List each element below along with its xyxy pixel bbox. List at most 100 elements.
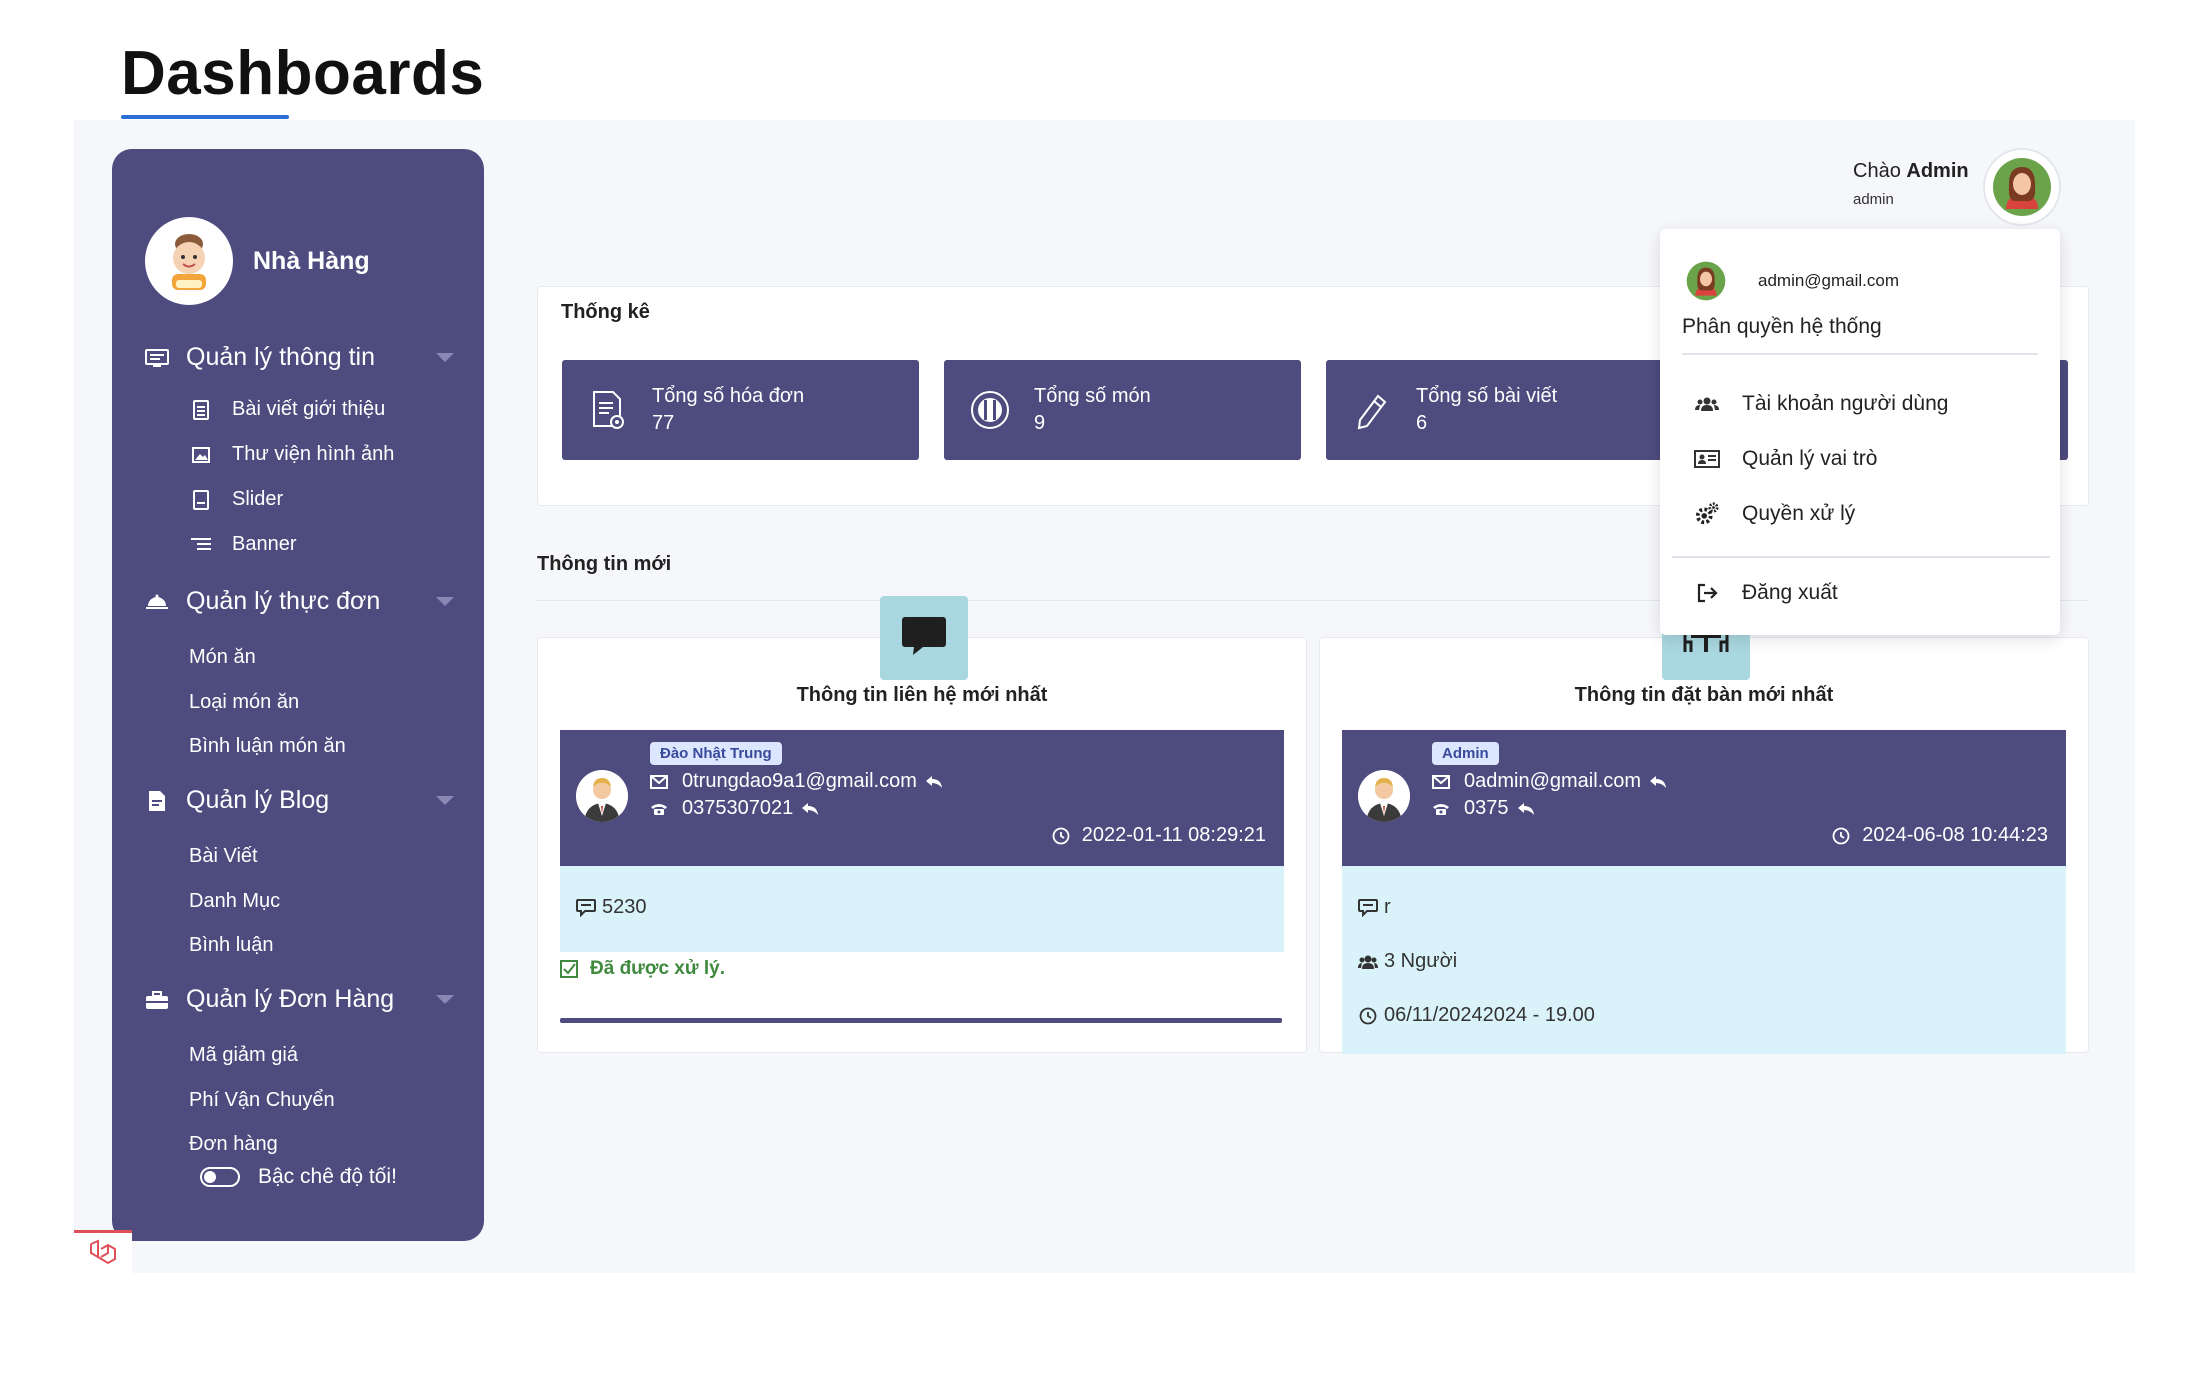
contact-email: 0trungdao9a1@gmail.com: [682, 770, 917, 792]
reply-icon[interactable]: [1517, 802, 1535, 816]
brand[interactable]: Nhà Hàng: [145, 217, 370, 305]
toggle-switch[interactable]: [200, 1167, 240, 1187]
checkbox-checked-icon: [560, 960, 578, 978]
card-title: Thông tin liên hệ mới nhất: [796, 684, 1048, 706]
stat-value: 6: [1416, 412, 1428, 434]
sidebar-item-dish-types[interactable]: Loại món ăn: [189, 691, 299, 714]
sidebar-item-label: Thư viện hình ảnh: [232, 443, 395, 465]
brand-name: Nhà Hàng: [253, 246, 370, 275]
briefcase-icon: [144, 989, 170, 1011]
sidebar-item-coupons[interactable]: Mã giảm giá: [189, 1044, 298, 1067]
phone-icon: [1432, 801, 1450, 817]
contact-phone: 0375307021: [682, 797, 794, 819]
sidebar-item-label: Phí Vận Chuyển: [189, 1089, 335, 1111]
avatar: [1358, 770, 1410, 822]
contact-message: 5230: [602, 896, 647, 918]
clock-icon: [1832, 827, 1850, 845]
phone-icon: [650, 801, 668, 817]
booking-email-line: 0admin@gmail.com: [1432, 770, 1667, 793]
divider: [1682, 353, 2038, 355]
sidebar-item-label: Bài Viết: [189, 845, 258, 867]
menu-item-label: Quản lý vai trò: [1742, 447, 1878, 470]
stat-label: Tổng số hóa đơn: [652, 385, 805, 407]
stat-card-dishes[interactable]: Tổng số món 9: [944, 360, 1301, 460]
chat-bubble-icon: [901, 615, 947, 662]
comment-icon: [1358, 898, 1378, 917]
sidebar-item-label: Đơn hàng: [189, 1133, 278, 1155]
menu-group-label: Quản lý thực đơn: [186, 587, 381, 615]
sidebar-item-gallery[interactable]: Thư viện hình ảnh: [190, 443, 394, 466]
user-greeting[interactable]: Chào Admin: [1853, 160, 1969, 183]
booking-people-line: 3 Người: [1358, 950, 1457, 973]
stat-label: Tổng số món: [1034, 385, 1151, 407]
sidebar-item-label: Danh Mục: [189, 890, 281, 912]
gears-icon: [1694, 502, 1720, 526]
reply-icon[interactable]: [925, 775, 943, 789]
sidebar-item-label: Bài viết giới thiệu: [232, 398, 386, 420]
sidebar-item-dishes[interactable]: Món ăn: [189, 646, 256, 669]
menu-item-user-accounts[interactable]: Tài khoản người dùng: [1694, 392, 1948, 416]
dark-mode-toggle[interactable]: Bậc chê độ tối!: [200, 1165, 397, 1189]
comment-icon: [576, 898, 596, 917]
laravel-debug-icon[interactable]: [74, 1230, 132, 1273]
menu-item-roles[interactable]: Quản lý vai trò: [1694, 447, 1877, 471]
sidebar-item-label: Bình luận món ăn: [189, 735, 346, 757]
contact-message-line: 5230: [576, 896, 647, 919]
booking-body: r 3 Người 06/11/20242024 - 19.00: [1342, 866, 2066, 1054]
greeting-prefix: Chào: [1853, 160, 1901, 182]
contact-time-value: 2022-01-11 08:29:21: [1081, 824, 1266, 846]
envelope-icon: [1432, 774, 1450, 790]
dropdown-heading: Phân quyền hệ thống: [1682, 315, 1882, 338]
user-role: admin: [1853, 191, 1894, 208]
menu-group-label: Quản lý Đơn Hàng: [186, 985, 395, 1013]
sidebar-item-comments[interactable]: Bình luận: [189, 934, 274, 957]
logout-button[interactable]: Đăng xuất: [1694, 581, 1838, 605]
booking-datetime: 06/11/20242024 - 19.00: [1384, 1004, 1595, 1026]
reply-icon[interactable]: [1649, 775, 1667, 789]
chevron-down-icon: [436, 796, 454, 805]
sidebar-item-label: Mã giảm giá: [189, 1044, 298, 1066]
document-icon: [190, 399, 212, 420]
chevron-down-icon: [436, 995, 454, 1004]
processed-label: Đã được xử lý.: [590, 958, 726, 979]
booking-note-line: r: [1358, 896, 1391, 919]
name-tag: Đào Nhật Trung: [650, 742, 782, 765]
avatar: [1686, 261, 1726, 301]
sidebar-item-banner[interactable]: Banner: [190, 533, 297, 556]
reply-icon[interactable]: [801, 802, 819, 816]
stat-value: 77: [652, 412, 675, 434]
sidebar-item-slider[interactable]: Slider: [190, 488, 283, 511]
logout-icon: [1694, 581, 1720, 605]
sidebar-item-about-posts[interactable]: Bài viết giới thiệu: [190, 398, 385, 421]
menu-group-blog[interactable]: Quản lý Blog: [144, 786, 454, 815]
divider: [1672, 556, 2050, 558]
menu-group-info[interactable]: Quản lý thông tin: [144, 343, 454, 372]
menu-item-label: Tài khoản người dùng: [1742, 392, 1949, 415]
sidebar-item-orders[interactable]: Đơn hàng: [189, 1133, 278, 1156]
slider-icon: [190, 489, 212, 510]
contact-body: 5230: [560, 866, 1284, 952]
user-avatar[interactable]: [1983, 148, 2061, 226]
sidebar-item-label: Bình luận: [189, 934, 274, 956]
menu-item-permissions[interactable]: Quyền xử lý: [1694, 502, 1855, 526]
menu-group-menu[interactable]: Quản lý thực đơn: [144, 587, 454, 616]
sidebar: Nhà Hàng Quản lý thông tin Bài viết giới…: [112, 149, 484, 1241]
sidebar-item-posts[interactable]: Bài Viết: [189, 845, 258, 868]
invoice-icon: [586, 388, 630, 432]
stat-card-invoices[interactable]: Tổng số hóa đơn 77: [562, 360, 919, 460]
booking-time: 2024-06-08 10:44:23: [1832, 824, 2048, 847]
image-icon: [190, 445, 212, 465]
brand-logo: [145, 217, 233, 305]
sidebar-item-label: Món ăn: [189, 646, 256, 668]
sidebar-item-label: Banner: [232, 533, 297, 555]
booking-phone: 0375: [1464, 797, 1509, 819]
booking-note: r: [1384, 896, 1391, 918]
sidebar-item-shipping[interactable]: Phí Vận Chuyển: [189, 1089, 335, 1112]
menu-group-orders[interactable]: Quản lý Đơn Hàng: [144, 985, 454, 1014]
sidebar-item-dish-comments[interactable]: Bình luận món ăn: [189, 735, 346, 758]
latest-booking-card: Thông tin đặt bàn mới nhất Admin 0admin@…: [1319, 596, 2089, 1054]
chevron-down-icon: [436, 353, 454, 362]
stat-card-posts[interactable]: Tổng số bài viết 6: [1326, 360, 1683, 460]
sidebar-item-categories[interactable]: Danh Mục: [189, 890, 280, 913]
envelope-icon: [650, 774, 668, 790]
